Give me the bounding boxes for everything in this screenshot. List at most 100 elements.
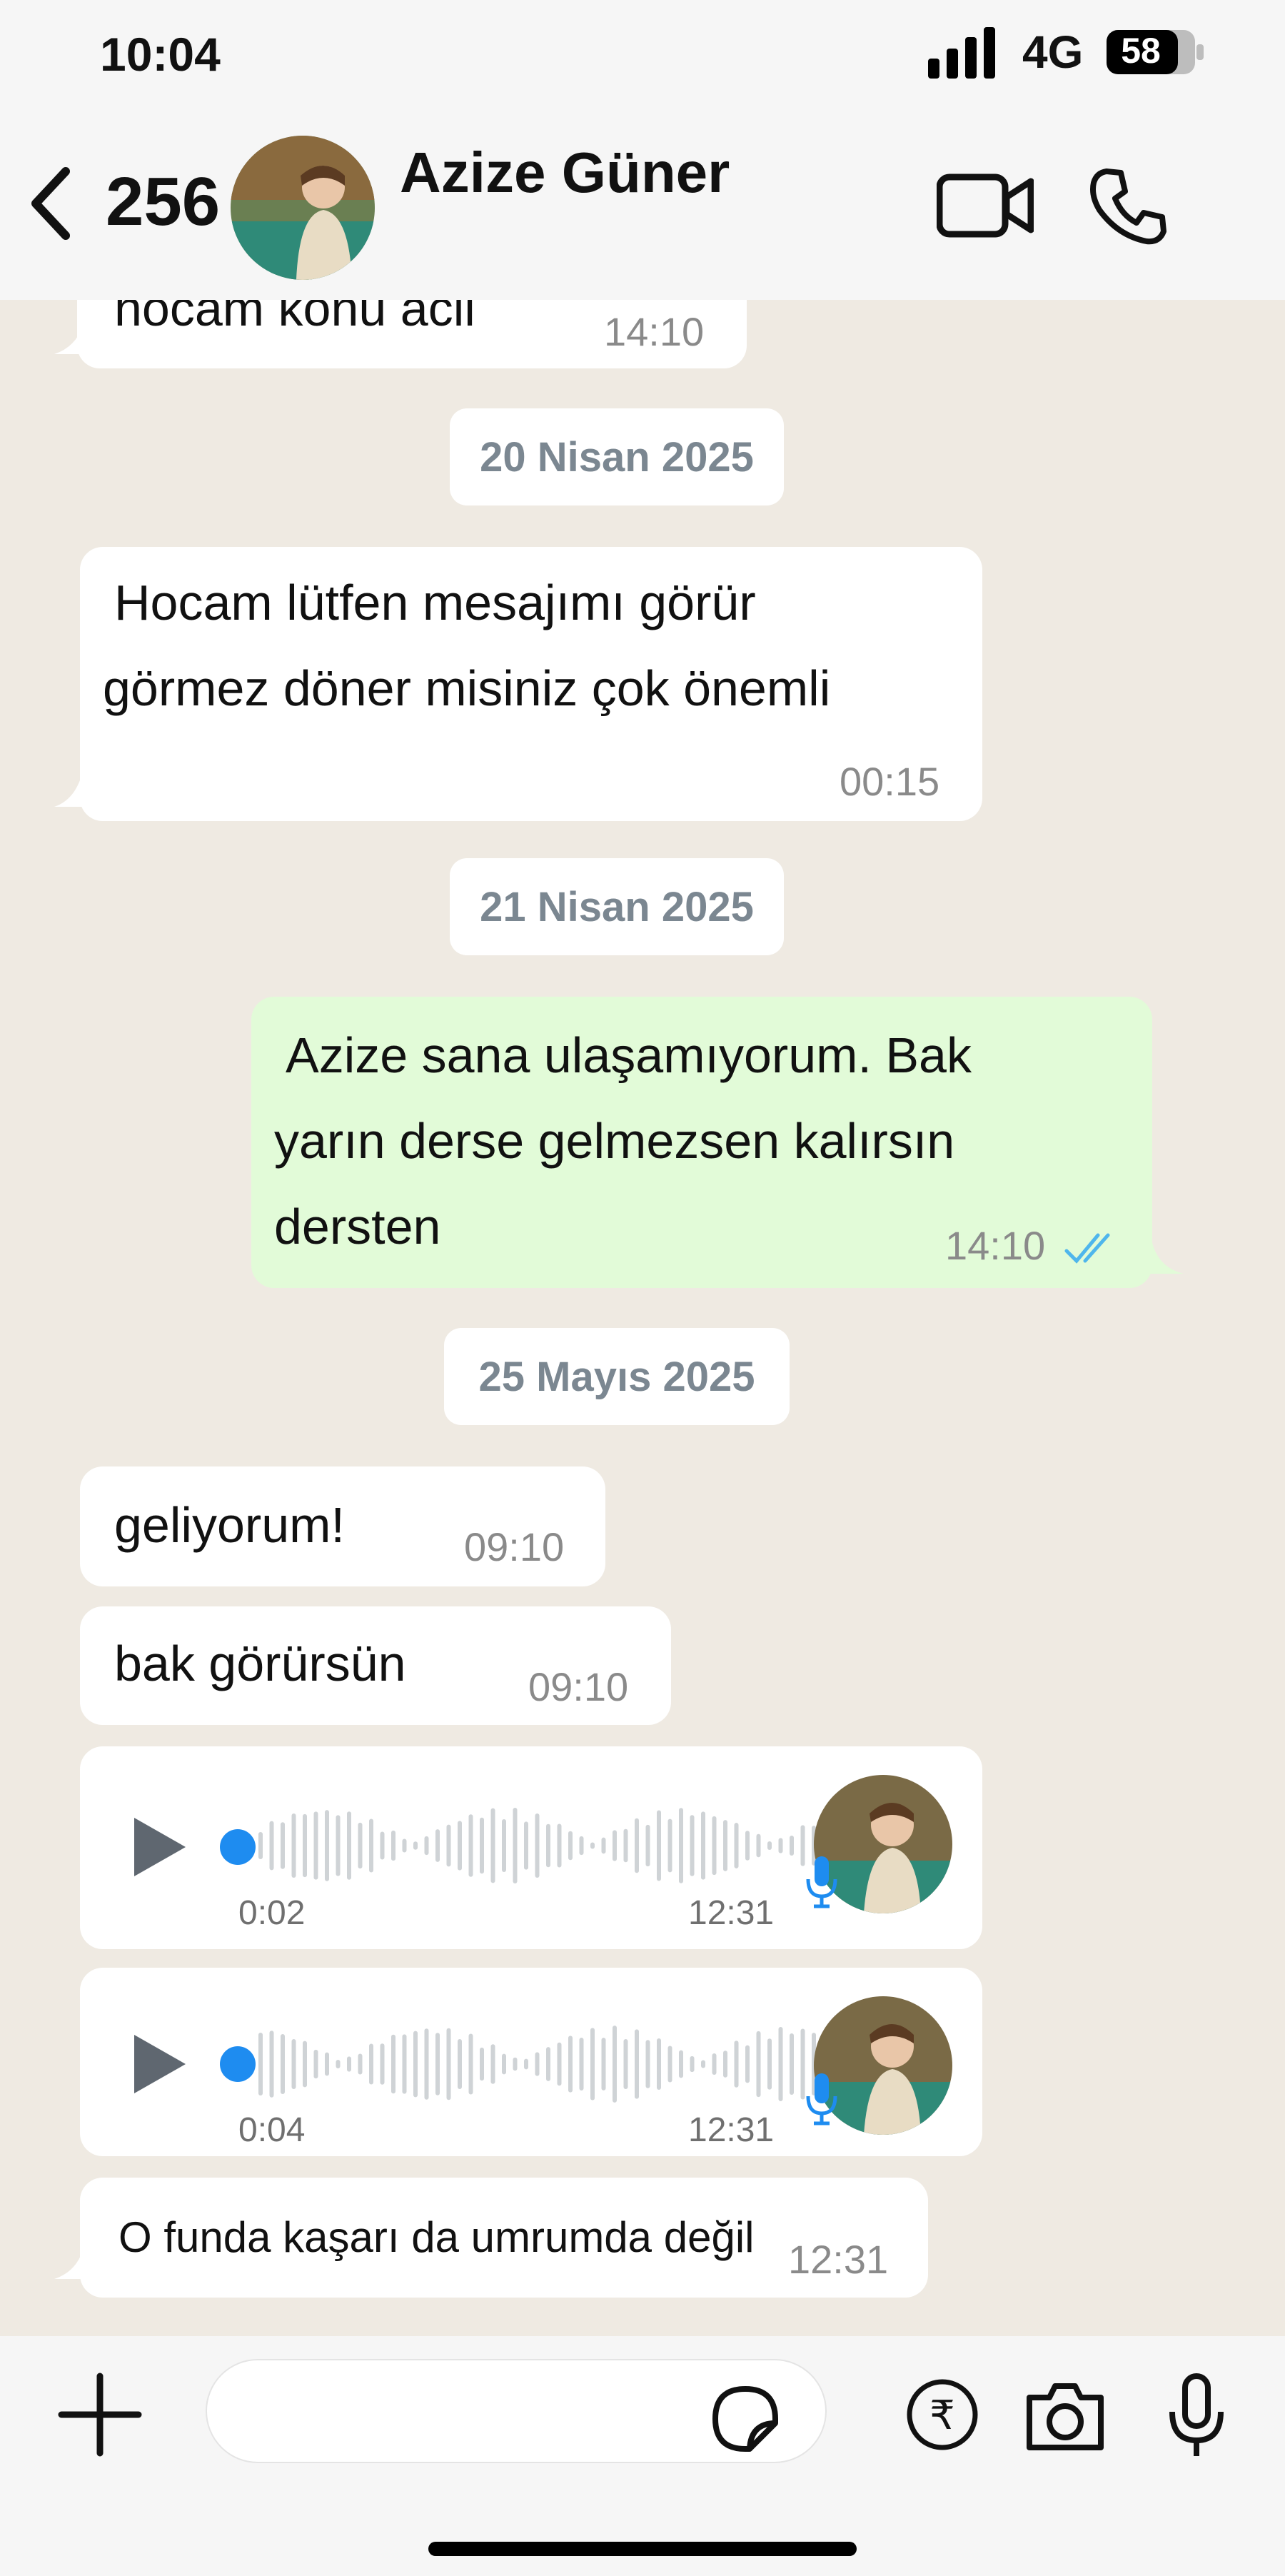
playback-position-dot[interactable]	[220, 2046, 256, 2082]
plus-icon[interactable]	[57, 2372, 143, 2457]
voice-duration: 0:02	[238, 1894, 306, 1932]
waveform-bar	[402, 1838, 407, 1853]
back-chevron-icon[interactable]	[26, 164, 76, 243]
waveform-bar	[667, 2046, 672, 2083]
waveform-bar	[745, 2045, 750, 2083]
message-text-line: Azize sana ulaşamıyorum. Bak	[286, 1027, 972, 1083]
contact-avatar[interactable]	[231, 136, 375, 280]
waveform-bar	[767, 1841, 772, 1851]
waveform[interactable]	[258, 2018, 844, 2110]
waveform-bar	[546, 1823, 550, 1868]
read-ticks-icon	[1064, 1229, 1121, 1265]
microphone-icon[interactable]	[1166, 2372, 1226, 2460]
waveform-bar	[458, 2038, 462, 2090]
waveform-bar	[679, 1808, 683, 1883]
waveform-bar	[712, 2053, 717, 2075]
waveform-bar	[657, 1810, 661, 1881]
waveform-bar	[535, 2052, 540, 2076]
date-separator: 21 Nisan 2025	[450, 858, 784, 955]
waveform-bar	[490, 1808, 495, 1883]
waveform-bar	[303, 1813, 307, 1878]
waveform-bar	[524, 2058, 528, 2070]
waveform-bar	[623, 1828, 628, 1863]
waveform-bar	[524, 1821, 528, 1870]
waveform-bar	[778, 2026, 783, 2102]
message-time: 09:10	[464, 1524, 565, 1569]
waveform-bar	[667, 1818, 672, 1873]
camera-icon[interactable]	[1024, 2376, 1107, 2455]
video-call-icon[interactable]	[937, 171, 1034, 240]
voice-duration: 0:04	[238, 2111, 306, 2149]
waveform-bar	[557, 1823, 562, 1868]
play-icon[interactable]	[131, 1815, 188, 1879]
play-icon[interactable]	[131, 2032, 188, 2096]
waveform-bar	[269, 1821, 274, 1871]
waveform-bar	[635, 2029, 639, 2099]
message-text-line: yarın derse gelmezsen kalırsın	[274, 1113, 955, 1169]
bubble-tail	[54, 771, 97, 807]
waveform-bar	[369, 1818, 373, 1873]
waveform-bar	[391, 2034, 395, 2094]
message-time: 14:10	[945, 1223, 1046, 1268]
message-text-line: Hocam lütfen mesajımı görür	[114, 575, 756, 630]
phone-icon[interactable]	[1085, 164, 1171, 250]
waveform-bar	[325, 1810, 329, 1881]
waveform-bar	[679, 2050, 683, 2078]
waveform-bar	[513, 2057, 518, 2071]
waveform-bar	[535, 1813, 540, 1878]
waveform-bar	[546, 2047, 550, 2081]
waveform-bar	[601, 2038, 606, 2091]
waveform-bar	[590, 2028, 595, 2100]
waveform-bar	[402, 2034, 407, 2094]
waveform-bar	[712, 1816, 717, 1876]
waveform-bar	[613, 2026, 617, 2103]
waveform-bar	[734, 2041, 739, 2088]
waveform-bar	[557, 2042, 562, 2086]
back-unread-count[interactable]: 256	[106, 163, 220, 241]
date-separator: 20 Nisan 2025	[450, 408, 784, 505]
waveform-bar	[701, 1811, 705, 1880]
message-time: 12:31	[688, 2111, 775, 2149]
waveform-bar	[347, 2056, 351, 2072]
voice-message[interactable]: 0:04 12:31	[80, 1968, 982, 2156]
waveform-bar	[281, 2033, 285, 2095]
waveform-bar	[358, 2053, 363, 2075]
waveform-bar	[446, 2028, 451, 2100]
waveform-bar	[701, 2060, 705, 2068]
waveform[interactable]	[258, 1799, 844, 1892]
waveform-bar	[645, 1824, 650, 1867]
waveform-bar	[269, 2031, 274, 2098]
waveform-bar	[490, 2044, 495, 2084]
playback-position-dot[interactable]	[220, 1829, 256, 1865]
waveform-bar	[468, 1814, 473, 1877]
waveform-bar	[756, 2031, 761, 2098]
waveform-bar	[480, 1817, 484, 1874]
waveform-bar	[325, 2052, 329, 2076]
waveform-bar	[767, 2038, 772, 2090]
message-text: O funda kaşarı da umrumda değil	[119, 2213, 755, 2261]
voice-mic-icon	[806, 1856, 837, 1908]
waveform-bar	[723, 1820, 727, 1871]
waveform-bar	[435, 2033, 440, 2095]
waveform-bar	[291, 2039, 296, 2089]
waveform-bar	[424, 2028, 429, 2100]
waveform-bar	[291, 1813, 296, 1878]
waveform-bar	[745, 1831, 750, 1861]
waveform-bar	[336, 2060, 341, 2068]
waveform-bar	[369, 2043, 373, 2085]
waveform-bar	[690, 2056, 695, 2073]
waveform-bar	[790, 1835, 794, 1856]
waveform-bar	[601, 1837, 606, 1854]
waveform-bar	[424, 1836, 429, 1856]
waveform-bar	[303, 2041, 307, 2088]
waveform-bar	[468, 2033, 473, 2095]
sticker-icon[interactable]	[710, 2383, 781, 2455]
voice-message[interactable]: 0:02 12:31	[80, 1746, 982, 1949]
waveform-bar	[446, 1824, 451, 1867]
network-type: 4G	[1022, 26, 1084, 78]
rupee-icon[interactable]: ₹	[905, 2378, 979, 2452]
status-time: 10:04	[100, 28, 221, 81]
waveform-bar	[347, 1811, 351, 1880]
contact-name[interactable]: Azize Güner	[400, 140, 730, 206]
signal-icon	[928, 27, 999, 79]
